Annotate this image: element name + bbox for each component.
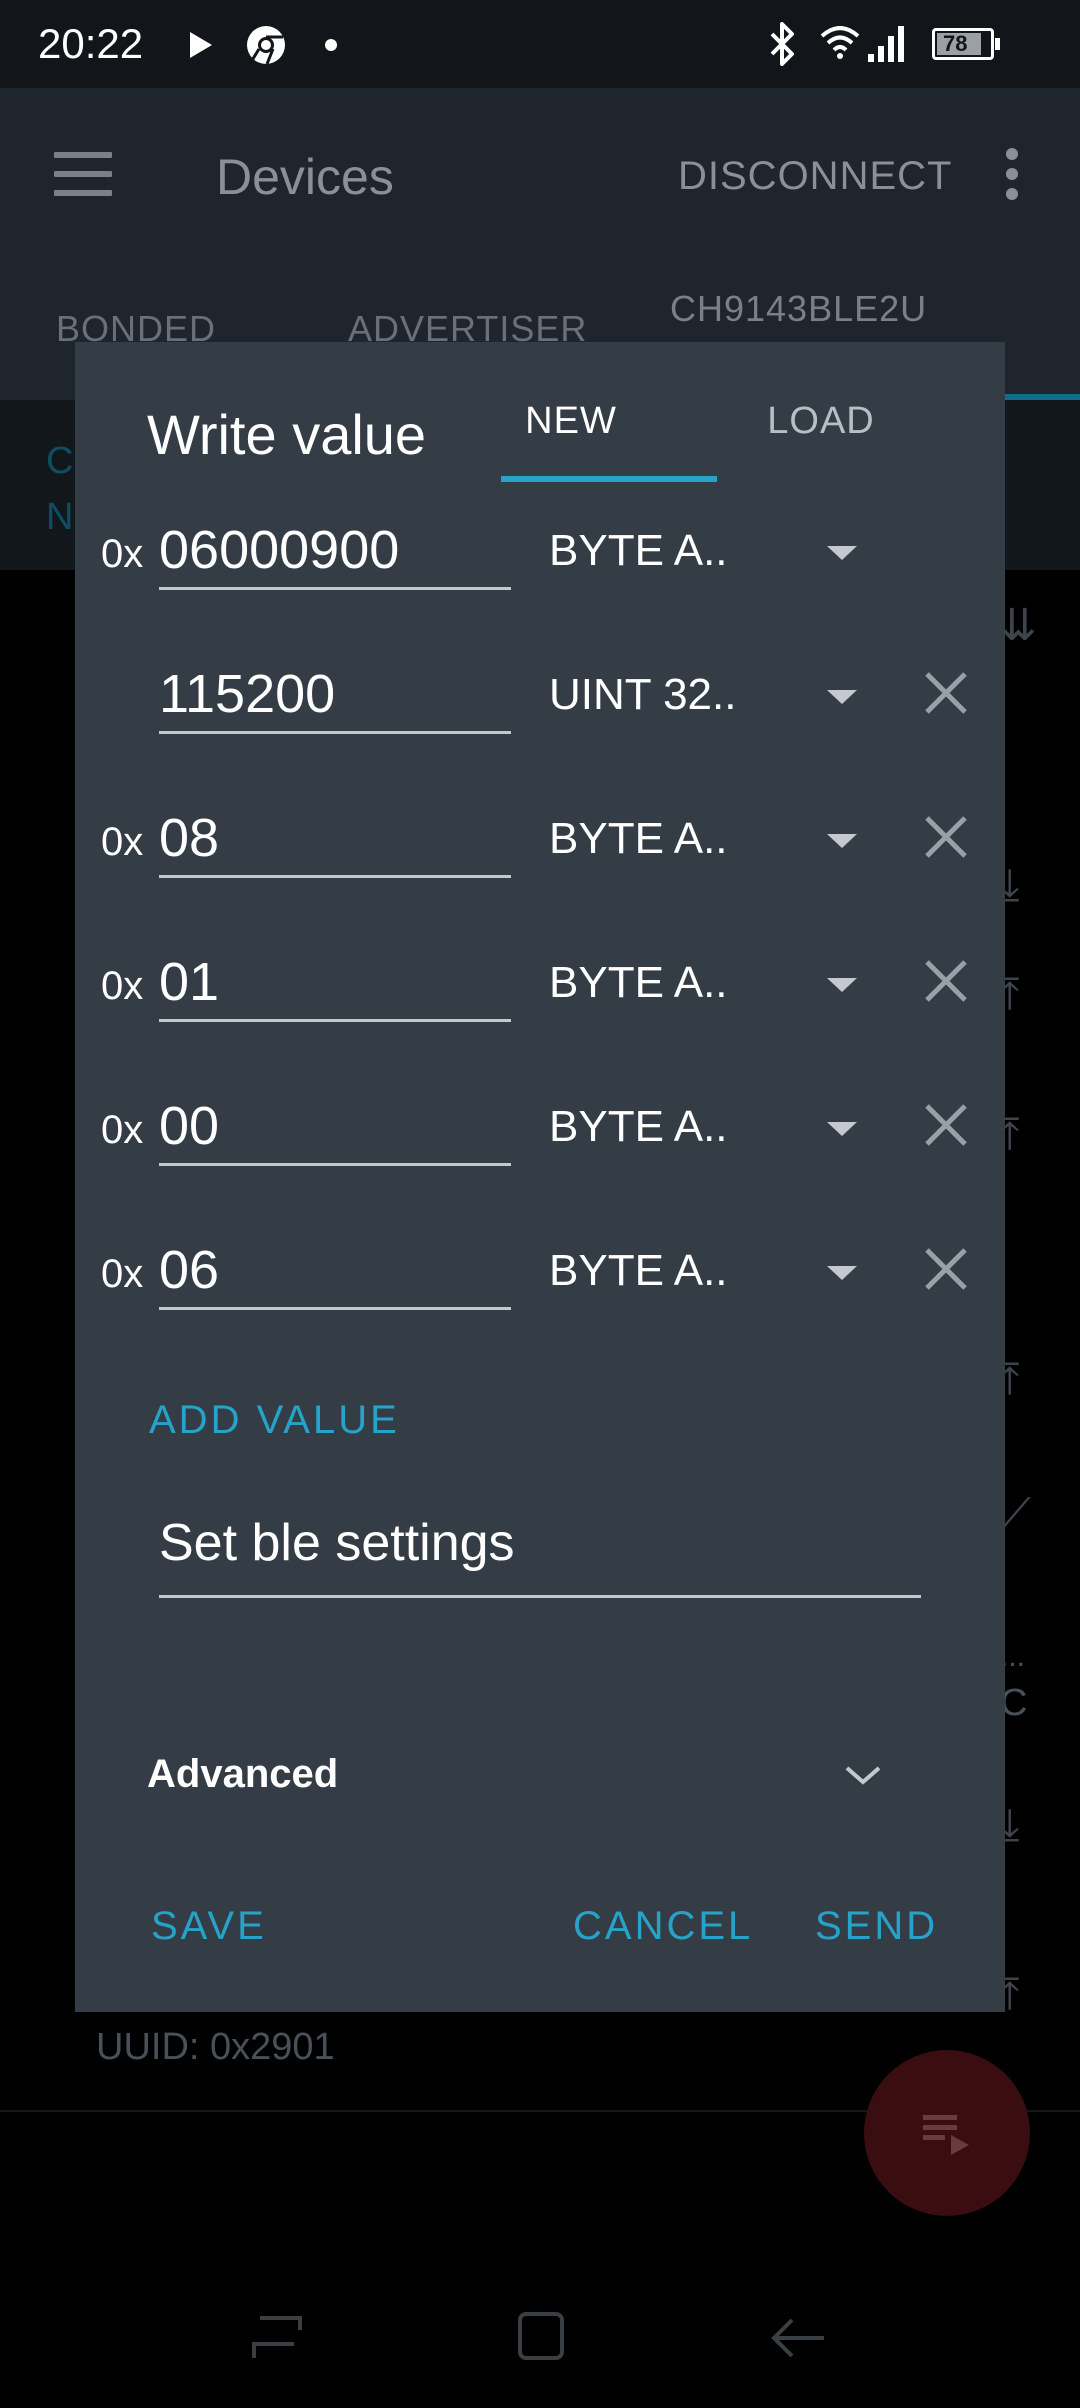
tab-indicator [501, 476, 717, 482]
value-input[interactable]: 115200 [159, 664, 511, 734]
peek-text: C [1000, 1682, 1028, 1724]
dot-icon [325, 39, 337, 51]
value-input[interactable]: 00 [159, 1096, 511, 1166]
play-icon [190, 32, 212, 58]
uuid-label: UUID: [96, 2026, 200, 2068]
download-multiple-icon[interactable]: ⇊ [1000, 600, 1044, 656]
hex-prefix: 0x [101, 964, 144, 1008]
value-input[interactable]: 06 [159, 1240, 511, 1310]
value-row: 0x 08 BYTE A.. [75, 808, 1005, 952]
chrome-icon [247, 26, 285, 65]
type-select[interactable]: BYTE A.. [549, 526, 728, 576]
download-icon[interactable]: ⤓ [1000, 1800, 1044, 1856]
value-row: 0x 00 BYTE A.. [75, 1096, 1005, 1240]
advanced-toggle[interactable]: Advanced [147, 1752, 338, 1797]
status-time: 20:22 [38, 20, 144, 67]
service-header-line1: C [46, 440, 74, 482]
description-input[interactable]: Set ble settings [159, 1510, 921, 1598]
type-select[interactable]: UINT 32.. [549, 670, 736, 720]
dropdown-arrow-icon[interactable] [827, 546, 857, 560]
cancel-button[interactable]: CANCEL [573, 1904, 753, 1949]
write-value-dialog: Write value NEW LOAD 0x 06000900 BYTE A.… [75, 342, 1005, 2012]
remove-value-icon[interactable] [921, 812, 971, 862]
remove-value-icon[interactable] [921, 1100, 971, 1150]
service-header-line2: N [46, 496, 74, 538]
more-options-icon[interactable] [1006, 148, 1020, 200]
tab-new[interactable]: NEW [501, 400, 641, 443]
dialog-title: Write value [147, 403, 427, 466]
descriptor-uuid: UUID: 0x2901 [96, 2026, 335, 2069]
bluetooth-icon [770, 22, 794, 66]
value-row: 0x 06000900 BYTE A.. [75, 520, 1005, 664]
home-icon[interactable] [516, 2310, 566, 2362]
dropdown-arrow-icon[interactable] [827, 1122, 857, 1136]
chevron-down-icon[interactable] [841, 1760, 885, 1790]
upload-icon[interactable]: ⤒ [1000, 970, 1044, 1026]
download-icon[interactable]: ⤓ [1000, 860, 1044, 916]
value-row: 0x 06 BYTE A.. [75, 1240, 1005, 1384]
upload-icon[interactable]: ⤒ [1000, 1110, 1044, 1166]
wifi-icon [820, 26, 860, 59]
dropdown-arrow-icon[interactable] [827, 1266, 857, 1280]
upload-icon[interactable]: ⤒ [1000, 1355, 1044, 1411]
signal-icon [868, 26, 904, 62]
upload-icon[interactable]: ⤒ [1000, 1970, 1044, 2026]
menu-icon[interactable] [54, 152, 112, 196]
value-row: 0x 01 BYTE A.. [75, 952, 1005, 1096]
remove-value-icon[interactable] [921, 956, 971, 1006]
tab-load[interactable]: LOAD [751, 400, 891, 443]
dropdown-arrow-icon[interactable] [827, 834, 857, 848]
back-icon[interactable] [770, 2314, 828, 2362]
dropdown-arrow-icon[interactable] [827, 690, 857, 704]
tab-device[interactable]: CH9143BLE2U [670, 288, 927, 330]
uuid-value: 0x2901 [210, 2026, 335, 2068]
type-select[interactable]: BYTE A.. [549, 958, 728, 1008]
system-nav-bar [0, 2260, 1080, 2408]
add-value-button[interactable]: ADD VALUE [149, 1398, 400, 1443]
save-button[interactable]: SAVE [151, 1904, 267, 1949]
recents-icon[interactable] [250, 2314, 304, 2362]
page-title: Devices [216, 149, 394, 205]
hex-prefix: 0x [101, 1252, 144, 1296]
remove-value-icon[interactable] [921, 1244, 971, 1294]
hex-prefix: 0x [101, 820, 144, 864]
playlist-play-icon [923, 2115, 969, 2155]
disconnect-button[interactable]: DISCONNECT [678, 154, 952, 199]
log-fab[interactable] [864, 2050, 1030, 2216]
value-row: 115200 UINT 32.. [75, 664, 1005, 808]
dropdown-arrow-icon[interactable] [827, 978, 857, 992]
type-select[interactable]: BYTE A.. [549, 1102, 728, 1152]
battery-icon: 78 [932, 28, 1000, 60]
value-input[interactable]: 06000900 [159, 520, 511, 590]
send-button[interactable]: SEND [815, 1904, 938, 1949]
value-input[interactable]: 08 [159, 808, 511, 878]
type-select[interactable]: BYTE A.. [549, 1246, 728, 1296]
status-bar: 20:22 78 [0, 0, 1080, 88]
hex-prefix: 0x [101, 532, 144, 576]
value-input[interactable]: 01 [159, 952, 511, 1022]
type-select[interactable]: BYTE A.. [549, 814, 728, 864]
notify-off-icon[interactable]: ⟋ [1000, 1490, 1044, 1546]
remove-value-icon[interactable] [921, 668, 971, 718]
battery-level: 78 [943, 31, 968, 56]
hex-prefix: 0x [101, 1108, 144, 1152]
